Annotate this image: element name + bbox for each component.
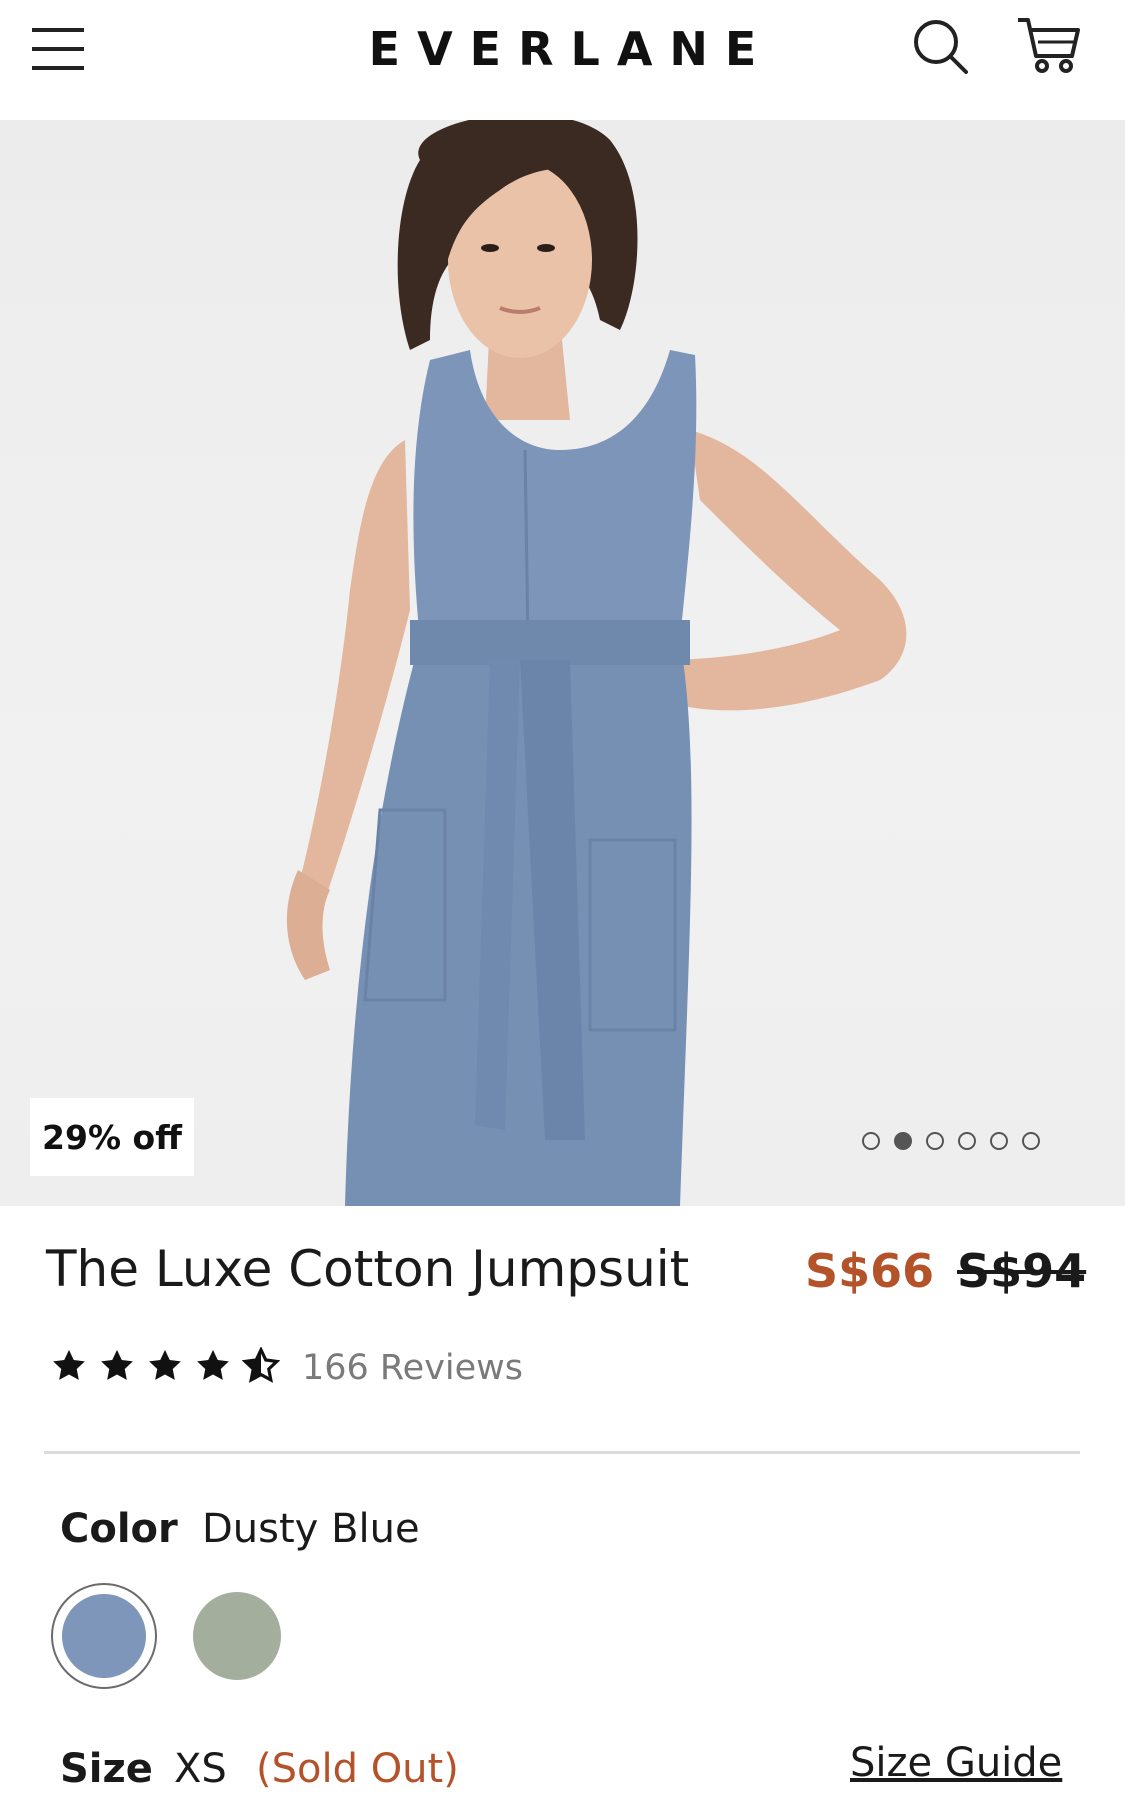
carousel-dot[interactable]: [862, 1132, 880, 1150]
divider: [44, 1451, 1080, 1454]
star-icon: [101, 1349, 133, 1380]
size-guide-link[interactable]: Size Guide: [850, 1740, 1062, 1786]
selected-size: XS: [174, 1746, 227, 1792]
carousel-dot-active[interactable]: [894, 1132, 912, 1150]
color-label: Color: [60, 1506, 178, 1552]
carousel-dot[interactable]: [958, 1132, 976, 1150]
product-image-carousel[interactable]: 29% off: [0, 120, 1125, 1206]
sale-price: S$66: [805, 1244, 935, 1298]
star-icon: [53, 1349, 85, 1380]
star-icon: [149, 1349, 181, 1380]
half-star-icon: [242, 1347, 280, 1383]
color-swatch-dusty-blue[interactable]: [51, 1583, 157, 1689]
selected-color: Dusty Blue: [202, 1506, 420, 1552]
discount-badge: 29% off: [30, 1098, 194, 1176]
product-title: The Luxe Cotton Jumpsuit: [46, 1240, 690, 1298]
carousel-dots: [862, 1132, 1040, 1150]
star-icon: [197, 1349, 229, 1380]
header: EVERLANE: [0, 0, 1125, 120]
reviews-link[interactable]: 166 Reviews: [302, 1348, 523, 1388]
carousel-dot[interactable]: [1022, 1132, 1040, 1150]
carousel-dot[interactable]: [990, 1132, 1008, 1150]
rating-stars[interactable]: [50, 1347, 280, 1385]
carousel-dot[interactable]: [926, 1132, 944, 1150]
color-swatch-sage[interactable]: [193, 1592, 281, 1680]
product-photo: [286, 120, 907, 1206]
cart-icon[interactable]: [1016, 16, 1082, 76]
original-price: S$94: [957, 1244, 1087, 1298]
size-status: (Sold Out): [256, 1746, 459, 1792]
search-icon[interactable]: [912, 18, 970, 76]
size-label: Size: [60, 1746, 153, 1792]
